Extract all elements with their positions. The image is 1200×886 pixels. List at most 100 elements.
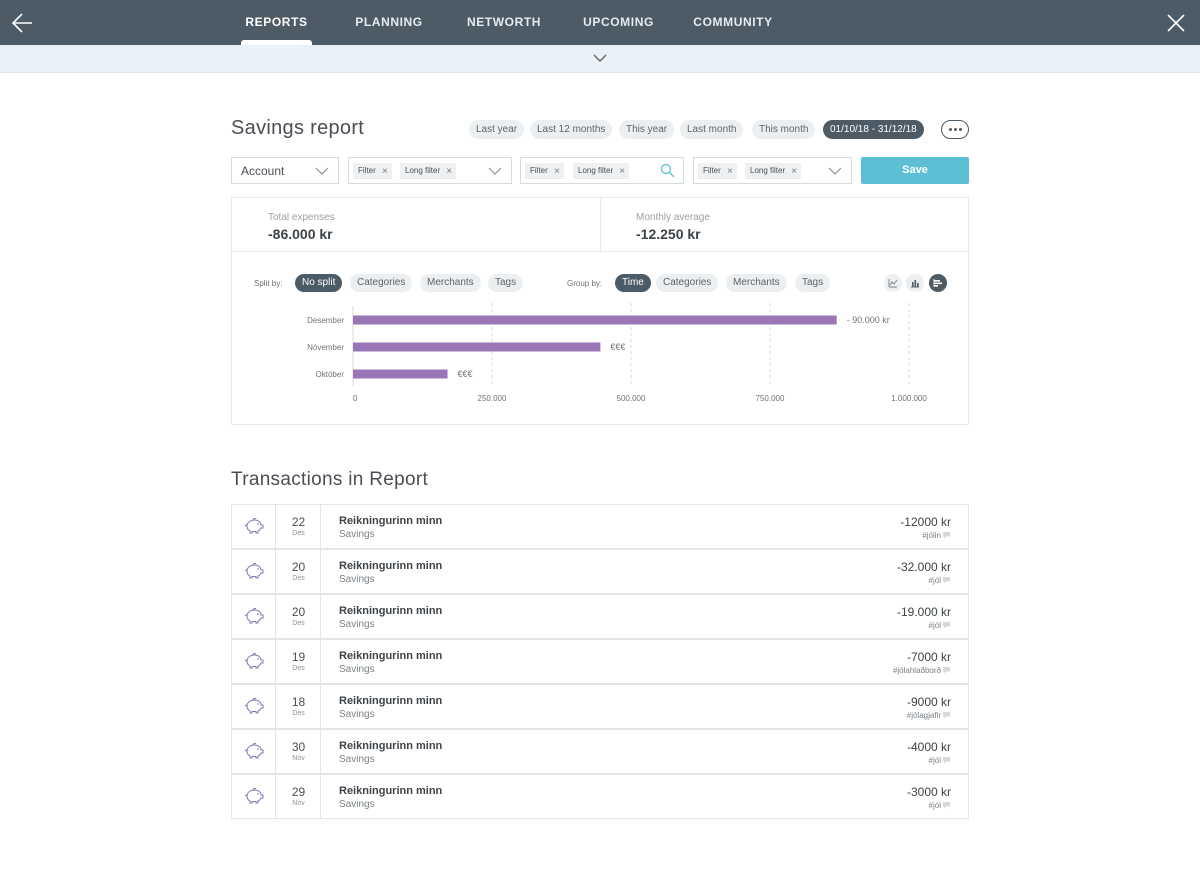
remove-filter-icon[interactable]: × bbox=[791, 164, 797, 180]
transaction-row[interactable]: 20 Des Reikningurinn minn Savings -32.000 kr… bbox=[231, 549, 969, 594]
range-this-year[interactable]: This year bbox=[619, 120, 675, 139]
transaction-tag[interactable]: #jólin bbox=[922, 531, 941, 540]
back-arrow-icon[interactable] bbox=[10, 10, 36, 36]
x-tick-label: 250.000 bbox=[478, 394, 507, 403]
filter-chip[interactable]: Long filter × bbox=[745, 163, 802, 180]
transaction-date: 18 Des bbox=[276, 685, 321, 728]
filter-search-2[interactable]: Filter × Long filter × bbox=[520, 157, 684, 184]
transaction-amount: -32.000 kr bbox=[896, 560, 951, 574]
transaction-month: Des bbox=[292, 710, 305, 717]
filter-chip[interactable]: Filter × bbox=[698, 163, 737, 179]
comment-icon[interactable] bbox=[942, 756, 951, 764]
transaction-month: Des bbox=[292, 665, 305, 672]
transaction-tag[interactable]: #jól bbox=[929, 801, 941, 810]
comment-icon[interactable] bbox=[942, 801, 951, 809]
transaction-icon-cell bbox=[232, 775, 276, 818]
transaction-amount: -9000 kr bbox=[906, 695, 951, 709]
range-last-12-months[interactable]: Last 12 months bbox=[530, 120, 613, 139]
filter-chip-label: Filter bbox=[358, 166, 376, 175]
range-last-month[interactable]: Last month bbox=[680, 120, 744, 139]
range-last-year[interactable]: Last year bbox=[469, 120, 525, 139]
group-categories[interactable]: Categories bbox=[656, 274, 719, 292]
transaction-date: 19 Des bbox=[276, 640, 321, 683]
more-options-button[interactable] bbox=[941, 120, 969, 139]
x-tick-label: 750.000 bbox=[756, 394, 785, 403]
x-tick-label: 0 bbox=[353, 394, 358, 403]
chevron-down-icon bbox=[315, 167, 329, 175]
transaction-row[interactable]: 18 Des Reikningurinn minn Savings -9000 kr #j… bbox=[231, 684, 969, 729]
range-this-month[interactable]: This month bbox=[752, 120, 816, 139]
filter-chip[interactable]: Filter × bbox=[525, 163, 564, 179]
transaction-month: Des bbox=[292, 620, 305, 627]
comment-icon[interactable] bbox=[942, 576, 951, 584]
transaction-row[interactable]: 20 Des Reikningurinn minn Savings -19.000 kr… bbox=[231, 594, 969, 639]
remove-filter-icon[interactable]: × bbox=[382, 164, 388, 180]
x-tick-label: 500.000 bbox=[617, 394, 646, 403]
group-time[interactable]: Time bbox=[615, 274, 651, 292]
filter-select-3[interactable]: Filter × Long filter × bbox=[693, 157, 852, 184]
comment-icon[interactable] bbox=[942, 531, 951, 539]
transaction-account: Reikningurinn minn bbox=[339, 515, 443, 527]
group-merchants[interactable]: Merchants bbox=[726, 274, 787, 292]
piggy-bank-icon bbox=[244, 787, 264, 804]
filter-chip-label: Filter bbox=[530, 166, 548, 175]
chevron-down-icon[interactable] bbox=[592, 53, 608, 63]
split-no-split[interactable]: No split bbox=[295, 274, 343, 292]
filter-chip[interactable]: Long filter × bbox=[400, 163, 457, 180]
comment-icon[interactable] bbox=[942, 711, 951, 719]
transaction-tag[interactable]: #jól bbox=[929, 621, 941, 630]
transaction-row[interactable]: 22 Des Reikningurinn minn Savings -12000 kr #… bbox=[231, 504, 969, 549]
transaction-tag[interactable]: #jól bbox=[929, 756, 941, 765]
group-tags[interactable]: Tags bbox=[795, 274, 831, 292]
transaction-day: 22 bbox=[291, 515, 306, 529]
transaction-tag[interactable]: #jólahlaðborð bbox=[893, 666, 941, 675]
page-title: Savings report bbox=[231, 117, 365, 139]
bar-chart-icon[interactable] bbox=[906, 274, 924, 292]
comment-icon[interactable] bbox=[942, 621, 951, 629]
filter-chip[interactable]: Filter × bbox=[353, 163, 392, 179]
search-icon[interactable] bbox=[660, 163, 675, 178]
split-by-label: Split by: bbox=[254, 279, 283, 288]
transaction-category: Savings bbox=[339, 754, 375, 765]
tab-community[interactable]: COMMUNITY bbox=[691, 0, 775, 45]
remove-filter-icon[interactable]: × bbox=[727, 164, 733, 180]
filter-chip-label: Filter bbox=[703, 166, 721, 175]
remove-filter-icon[interactable]: × bbox=[446, 164, 452, 180]
transaction-date: 20 Des bbox=[276, 550, 321, 593]
remove-filter-icon[interactable]: × bbox=[619, 164, 625, 180]
collapse-bar bbox=[0, 45, 1200, 73]
filter-chip[interactable]: Long filter × bbox=[573, 163, 630, 180]
comment-icon[interactable] bbox=[942, 666, 951, 674]
filter-select-1[interactable]: Filter × Long filter × bbox=[348, 157, 512, 184]
transaction-icon-cell bbox=[232, 640, 276, 683]
horizontal-bar-chart-icon[interactable] bbox=[929, 274, 947, 292]
transaction-amount: -4000 kr bbox=[906, 740, 951, 754]
remove-filter-icon[interactable]: × bbox=[554, 164, 560, 180]
line-chart-icon[interactable] bbox=[884, 274, 902, 292]
transaction-tag[interactable]: #jól bbox=[929, 576, 941, 585]
range-custom[interactable]: 01/10/18 - 31/12/18 bbox=[823, 120, 924, 139]
piggy-bank-icon bbox=[244, 607, 264, 624]
split-merchants[interactable]: Merchants bbox=[420, 274, 481, 292]
tab-upcoming[interactable]: UPCOMING bbox=[580, 0, 657, 45]
tab-reports[interactable]: REPORTS bbox=[241, 0, 312, 45]
account-select[interactable]: Account bbox=[231, 157, 339, 184]
tab-networth[interactable]: NETWORTH bbox=[463, 0, 545, 45]
save-button[interactable]: Save bbox=[861, 157, 969, 184]
split-tags[interactable]: Tags bbox=[488, 274, 524, 292]
transaction-row[interactable]: 29 Nóv Reikningurinn minn Savings -3000 kr #j… bbox=[231, 774, 969, 819]
transaction-row[interactable]: 19 Des Reikningurinn minn Savings -7000 kr #j… bbox=[231, 639, 969, 684]
close-icon[interactable] bbox=[1164, 11, 1188, 35]
bar bbox=[353, 342, 601, 352]
split-categories[interactable]: Categories bbox=[350, 274, 413, 292]
transaction-tag[interactable]: #jólagjafir bbox=[907, 711, 941, 720]
transaction-row[interactable]: 30 Nóv Reikningurinn minn Savings -4000 kr #j… bbox=[231, 729, 969, 774]
tab-planning[interactable]: PLANNING bbox=[350, 0, 428, 45]
transaction-account: Reikningurinn minn bbox=[339, 695, 443, 707]
transaction-icon-cell bbox=[232, 685, 276, 728]
transaction-month: Des bbox=[292, 575, 305, 582]
transaction-account: Reikningurinn minn bbox=[339, 785, 443, 797]
transaction-category: Savings bbox=[339, 529, 375, 540]
transaction-account: Reikningurinn minn bbox=[339, 605, 443, 617]
category-label: Desember bbox=[307, 316, 344, 325]
